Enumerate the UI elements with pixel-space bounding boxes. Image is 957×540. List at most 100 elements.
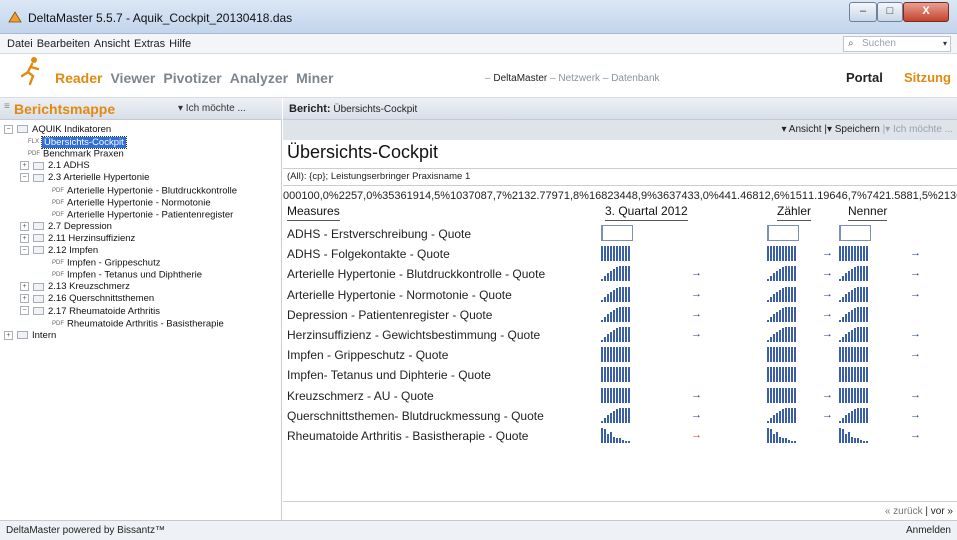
sparkline-bar [619, 347, 621, 363]
collapse-node-icon[interactable]: − [20, 306, 29, 316]
report-want-menu[interactable]: |▾ Ich möchte ... [883, 124, 953, 135]
expand-icon[interactable]: + [20, 282, 29, 292]
nav-separator: – [547, 73, 559, 84]
menu-item-datei[interactable]: Datei [5, 34, 35, 54]
tree-node-label: 2.7 Depression [48, 220, 112, 232]
minimize-button[interactable]: – [849, 2, 877, 22]
search-input[interactable]: ⌕ Suchen ▾ [843, 36, 951, 52]
ansicht-menu[interactable]: ▾ Ansicht [782, 124, 822, 135]
tree-node[interactable]: +2.11 Herzinsuffizienz [20, 233, 135, 245]
nenner-value: 619 [400, 190, 419, 202]
sparkline-bar [791, 367, 793, 383]
tree-node-label: 2.13 Kreuzschmerz [48, 281, 130, 293]
maximize-button[interactable]: □ [877, 2, 903, 22]
sparkline-bar [845, 334, 847, 342]
folder-icon [17, 331, 28, 340]
nav-link-deltamaster[interactable]: DeltaMaster [493, 73, 547, 84]
back-link[interactable]: « zurück [885, 506, 923, 517]
nav-link-datenbank[interactable]: Datenbank [611, 73, 659, 84]
tree-node[interactable]: PDF Arterielle Hypertonie - Patientenregi… [52, 209, 233, 222]
expand-icon[interactable]: + [20, 294, 29, 304]
tree-node[interactable]: +2.16 Querschnittsthemen [20, 293, 154, 305]
mode-tab-pivotizer[interactable]: Pivotizer [163, 70, 221, 86]
nenner-value: 1.468 [730, 190, 759, 202]
expand-icon[interactable]: + [20, 233, 29, 243]
tree-node[interactable]: − 2.3 Arterielle Hypertonie [20, 172, 149, 184]
tree-node[interactable]: +2.1 ADHS [20, 160, 90, 172]
sparkline [601, 246, 633, 262]
sparkline-bar [776, 246, 778, 262]
next-link[interactable]: vor » [931, 506, 953, 517]
sparkline [839, 327, 871, 342]
sparkline-bar [860, 327, 862, 342]
tree-node[interactable]: − 2.12 Impfen [20, 245, 98, 257]
sparkline-bar [860, 440, 862, 443]
menu-item-ansicht[interactable]: Ansicht [92, 34, 132, 54]
expand-icon[interactable]: + [20, 161, 29, 171]
left-want-menu[interactable]: ▾ Ich möchte ... [178, 103, 246, 114]
report-doc-icon: PDF [52, 199, 64, 206]
sparkline-bar [779, 246, 781, 262]
collapse-node-icon[interactable]: − [4, 124, 13, 134]
menu-item-extras[interactable]: Extras [132, 34, 167, 54]
title-bar: DeltaMaster 5.5.7 - Aquik_Cockpit_201304… [0, 0, 957, 34]
sitzung-link[interactable]: Sitzung [904, 70, 951, 85]
sparkline-bar [860, 286, 862, 302]
sparkline-bar [866, 407, 868, 423]
sparkline-bar [779, 387, 781, 403]
tree-node[interactable]: PDF Benchmark Praxen [28, 148, 124, 161]
collapse-node-icon[interactable]: − [20, 245, 29, 255]
tree-node[interactable]: PDF Arterielle Hypertonie - Blutdruckkont… [52, 185, 237, 198]
sparkline-bar [854, 307, 856, 322]
tree-node[interactable]: +2.7 Depression [20, 221, 112, 233]
portal-link[interactable]: Portal [846, 70, 883, 85]
tree-node-label: Rheumatoide Arthritis - Basistherapie [67, 318, 224, 330]
tree-node[interactable]: +2.13 Kreuzschmerz [20, 281, 130, 293]
sparkline-bar [794, 367, 796, 383]
sparkline-bar [788, 387, 790, 403]
collapse-node-icon[interactable]: − [20, 173, 29, 183]
sparkline-bar [625, 367, 627, 383]
collapse-icon[interactable]: ≡ [4, 101, 10, 112]
sparkline-bar [767, 347, 769, 363]
folder-icon [33, 234, 44, 243]
measure-name: Rheumatoide Arthritis - Basistherapie - … [287, 429, 529, 443]
sparkline-bar [860, 407, 862, 423]
sparkline-bar [863, 286, 865, 302]
close-button[interactable]: X [903, 2, 949, 22]
menu-item-bearbeiten[interactable]: Bearbeiten [35, 34, 92, 54]
tree-node[interactable]: FLX Übersichts-Cockpit [28, 135, 127, 149]
tree-node[interactable]: + Intern [4, 330, 56, 342]
trend-arrow-icon: → [910, 247, 921, 260]
tree-node[interactable]: PDF Rheumatoide Arthritis - Basistherapie [52, 318, 224, 331]
sparkline-bar [842, 246, 844, 262]
mode-tab-reader[interactable]: Reader [55, 70, 102, 86]
search-dropdown-icon[interactable]: ▾ [943, 37, 947, 51]
col-header-measures: Measures [287, 204, 340, 221]
sparkline-bar [601, 279, 603, 282]
expand-icon[interactable]: + [4, 330, 13, 340]
sparkline-bar [785, 367, 787, 383]
sparkline-bar [854, 367, 856, 383]
tree-node[interactable]: − 2.17 Rheumatoide Arthritis [20, 306, 160, 318]
sparkline-bar [616, 328, 618, 342]
tree-node[interactable]: PDF Impfen - Grippeschutz [52, 257, 160, 270]
tree-node[interactable]: − AQUIK Indikatoren [4, 124, 111, 136]
login-link[interactable]: Anmelden [906, 525, 951, 536]
sparkline-bar [785, 266, 787, 282]
expand-icon[interactable]: + [20, 221, 29, 231]
sparkline-bar [848, 291, 850, 302]
sparkline-bar [794, 306, 796, 322]
menu-item-hilfe[interactable]: Hilfe [167, 34, 193, 54]
sparkline-bar [607, 347, 609, 363]
sparkline-bar [842, 316, 844, 322]
sparkline-bar [613, 330, 615, 342]
mode-tab-analyzer[interactable]: Analyzer [230, 70, 288, 86]
sparkline-bar [776, 387, 778, 403]
tree-node[interactable]: PDF Impfen - Tetanus und Diphtherie [52, 269, 202, 282]
mode-tab-miner[interactable]: Miner [296, 70, 333, 86]
tree-node[interactable]: PDF Arterielle Hypertonie - Normotonie [52, 197, 211, 210]
speichern-menu[interactable]: |▾ Speichern [824, 124, 879, 135]
mode-tab-viewer[interactable]: Viewer [110, 70, 155, 86]
nav-link-netzwerk[interactable]: Netzwerk [558, 73, 600, 84]
